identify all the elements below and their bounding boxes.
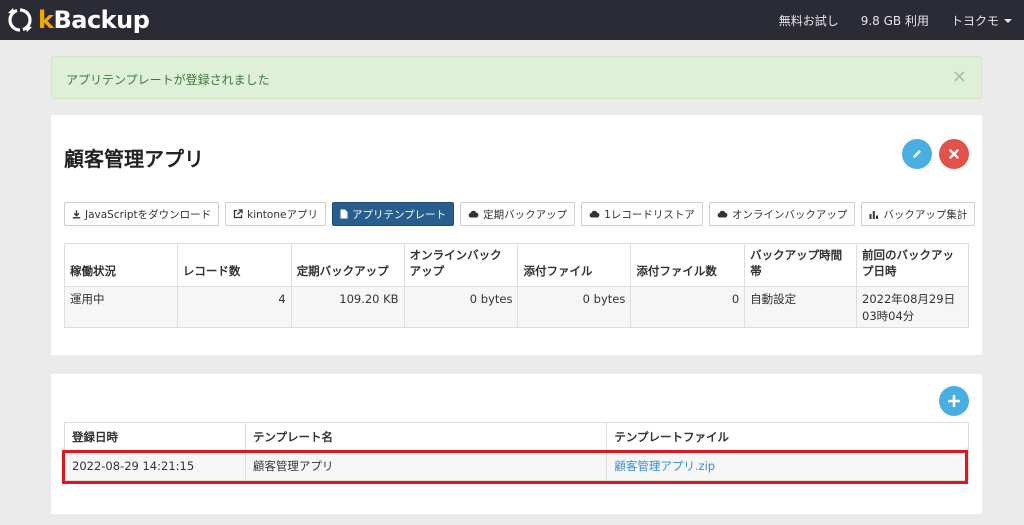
column-header: バックアップ時間帯: [744, 243, 858, 287]
external-link-icon: [233, 209, 243, 219]
cloud-icon: [468, 210, 479, 218]
table-row: 運用中 4 109.20 KB 0 bytes 0 bytes 0 自動設定 2…: [64, 286, 969, 328]
templates-table: 登録日時 テンプレート名 テンプレートファイル 2022-08-29 14:21…: [64, 422, 969, 481]
top-navbar: kBackup 無料お試し 9.8 GB 利用 トヨクモ: [0, 0, 1024, 40]
app-template-button[interactable]: アプリテンプレート: [331, 202, 455, 226]
online-backup-cell: 0 bytes: [403, 286, 519, 328]
backup-time-cell: 自動設定: [744, 286, 858, 328]
column-header: オンラインバックアップ: [403, 243, 519, 287]
delete-button[interactable]: [939, 139, 969, 169]
download-js-label: JavaScriptをダウンロード: [85, 208, 212, 221]
brand-logo[interactable]: kBackup: [6, 6, 150, 34]
table-header-row: 登録日時 テンプレート名 テンプレートファイル: [64, 422, 969, 451]
close-icon: [949, 149, 959, 159]
last-backup-cell: 2022年08月29日03時04分: [856, 286, 969, 328]
one-record-restore-label: 1レコードリストア: [604, 208, 695, 221]
storage-usage-link[interactable]: 9.8 GB 利用: [861, 12, 929, 29]
column-header: 稼働状況: [64, 243, 178, 287]
templates-panel: 登録日時 テンプレート名 テンプレートファイル 2022-08-29 14:21…: [51, 374, 982, 514]
column-header: テンプレート名: [244, 422, 608, 451]
attachment-cell: 0 bytes: [517, 286, 632, 328]
page-title: 顧客管理アプリ: [64, 147, 204, 171]
plus-icon: [948, 395, 960, 407]
file-icon: [340, 209, 348, 219]
download-js-button[interactable]: JavaScriptをダウンロード: [64, 202, 220, 226]
free-trial-link[interactable]: 無料お試し: [779, 12, 839, 29]
cloud-icon: [717, 210, 728, 218]
backup-stats-button[interactable]: バックアップ集計: [861, 202, 976, 226]
template-name-cell: 顧客管理アプリ: [244, 450, 608, 481]
table-header-row: 稼働状況 レコード数 定期バックアップ オンラインバックアップ 添付ファイル 添…: [64, 243, 969, 287]
scheduled-backup-cell: 109.20 KB: [290, 286, 405, 328]
alert-close-icon[interactable]: ×: [952, 68, 967, 86]
app-toolbar: JavaScriptをダウンロード kintoneアプリ アプリテンプレート 定…: [64, 202, 981, 226]
column-header: 添付ファイル数: [630, 243, 746, 287]
column-header: テンプレートファイル: [606, 422, 969, 451]
success-alert: アプリテンプレートが登録されました ×: [51, 56, 982, 99]
sync-logo-icon: [8, 8, 32, 32]
online-backup-label: オンラインバックアップ: [731, 208, 848, 221]
template-file-cell: 顧客管理アプリ.zip: [606, 450, 969, 481]
app-info-panel: 顧客管理アプリ JavaScriptをダウンロード kintoneアプリ アプリ…: [51, 115, 982, 355]
app-template-label: アプリテンプレート: [351, 208, 447, 221]
online-backup-button[interactable]: オンラインバックアップ: [708, 202, 856, 226]
pencil-icon: [913, 150, 921, 158]
user-menu-dropdown[interactable]: トヨクモ: [951, 12, 1012, 29]
column-header: 前回のバックアップ日時: [856, 243, 969, 287]
attachment-count-cell: 0: [630, 286, 746, 328]
add-template-button[interactable]: [939, 386, 969, 416]
backup-stats-table: 稼働状況 レコード数 定期バックアップ オンラインバックアップ 添付ファイル 添…: [64, 243, 969, 328]
backup-stats-label: バックアップ集計: [883, 208, 968, 221]
scheduled-backup-button[interactable]: 定期バックアップ: [460, 202, 576, 226]
registered-date-cell: 2022-08-29 14:21:15: [64, 450, 246, 481]
kintone-app-button[interactable]: kintoneアプリ: [225, 202, 326, 226]
table-row: 2022-08-29 14:21:15 顧客管理アプリ 顧客管理アプリ.zip: [64, 450, 969, 481]
caret-down-icon: [1004, 19, 1012, 23]
column-header: 登録日時: [64, 422, 246, 451]
status-cell: 運用中: [64, 286, 178, 328]
download-icon: [72, 210, 81, 219]
cloud-icon: [589, 210, 600, 218]
column-header: レコード数: [176, 243, 292, 287]
column-header: 定期バックアップ: [290, 243, 405, 287]
column-header: 添付ファイル: [517, 243, 632, 287]
edit-button[interactable]: [902, 139, 932, 169]
bar-chart-icon: [869, 210, 879, 219]
one-record-restore-button[interactable]: 1レコードリストア: [581, 202, 703, 226]
record-count-cell: 4: [176, 286, 292, 328]
kintone-app-label: kintoneアプリ: [247, 208, 318, 221]
brand-name: kBackup: [38, 6, 150, 34]
scheduled-backup-label: 定期バックアップ: [483, 208, 568, 221]
alert-message: アプリテンプレートが登録されました: [66, 73, 270, 87]
template-file-link[interactable]: 顧客管理アプリ.zip: [614, 459, 715, 473]
user-name: トヨクモ: [950, 13, 999, 28]
